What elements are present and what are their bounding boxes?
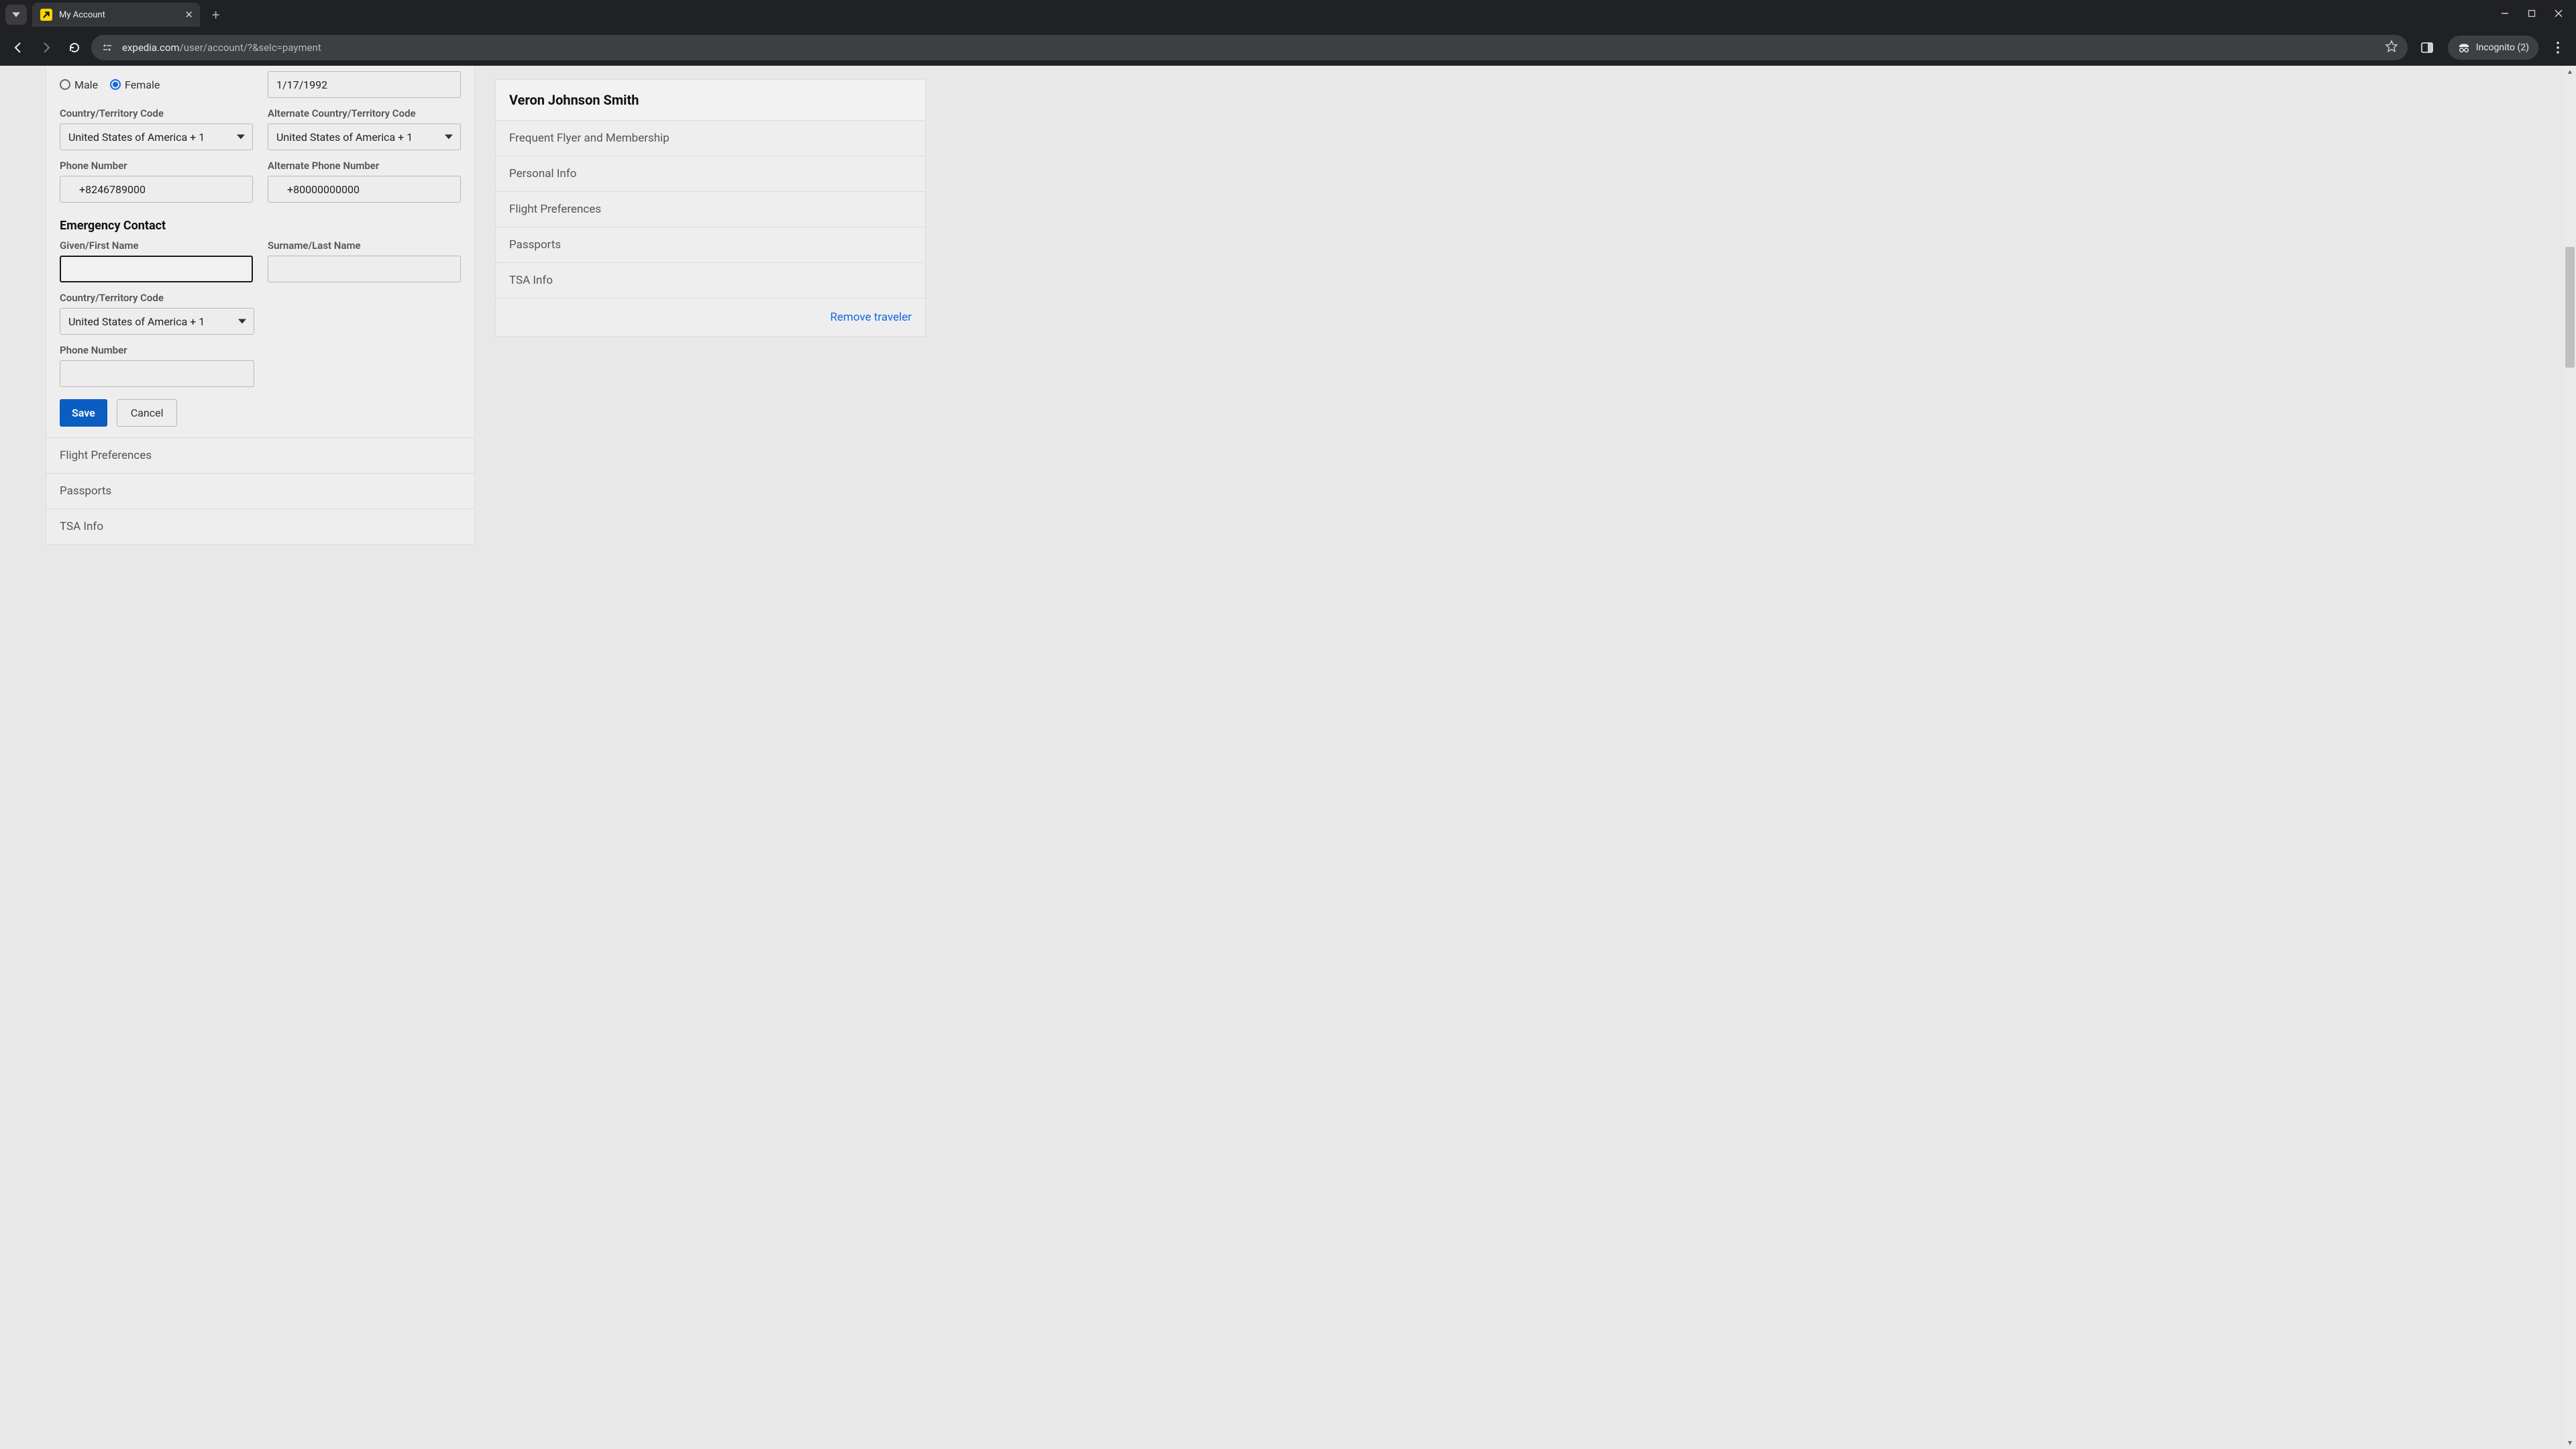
accordion-tsa-info[interactable]: TSA Info <box>46 508 474 544</box>
page-viewport: Male Female 1/17/1992 <box>0 66 2576 1449</box>
alt-phone-input[interactable]: +80000000000 <box>268 176 461 203</box>
tab-strip: My Account ✕ + <box>0 0 2576 30</box>
close-window-button[interactable] <box>2555 9 2563 20</box>
chevron-down-icon <box>237 315 247 328</box>
emergency-phone-input[interactable] <box>60 360 254 387</box>
personal-info-form-panel: Male Female 1/17/1992 <box>46 66 475 545</box>
incognito-label: Incognito (2) <box>2476 42 2529 53</box>
emergency-first-name-input[interactable] <box>60 256 253 282</box>
browser-toolbar: expedia.com/user/account/?&selc=payment … <box>0 30 2576 66</box>
traveler-name-heading: Veron Johnson Smith <box>496 80 925 121</box>
dob-input[interactable]: 1/17/1992 <box>268 71 461 98</box>
emergency-first-name-label: Given/First Name <box>60 239 253 252</box>
accordion-flight-preferences[interactable]: Flight Preferences <box>46 437 474 473</box>
scroll-up-arrow[interactable]: ▲ <box>2564 66 2576 78</box>
country-code-label: Country/Territory Code <box>60 107 253 119</box>
emergency-contact-heading: Emergency Contact <box>60 219 461 233</box>
side-row-flight-preferences[interactable]: Flight Preferences <box>496 192 925 227</box>
select-value: United States of America + 1 <box>68 315 205 328</box>
gender-male-radio[interactable]: Male <box>60 78 98 91</box>
chevron-down-icon <box>236 131 246 144</box>
emergency-country-code-label: Country/Territory Code <box>60 292 254 304</box>
browser-menu-button[interactable] <box>2546 36 2569 59</box>
emergency-country-code-select[interactable]: United States of America + 1 <box>60 308 254 335</box>
radio-icon <box>60 79 70 90</box>
back-button[interactable] <box>7 36 30 59</box>
select-value: United States of America + 1 <box>276 131 413 144</box>
url-host: expedia.com <box>122 42 180 54</box>
phone-label: Phone Number <box>60 160 253 172</box>
browser-tab[interactable]: My Account ✕ <box>32 3 200 27</box>
alt-country-code-select[interactable]: United States of America + 1 <box>268 123 461 150</box>
forward-button[interactable] <box>35 36 58 59</box>
minimize-button[interactable] <box>2501 9 2509 20</box>
emergency-phone-label: Phone Number <box>60 344 254 356</box>
side-row-passports[interactable]: Passports <box>496 227 925 263</box>
site-settings-icon[interactable] <box>101 41 114 54</box>
select-value: United States of America + 1 <box>68 131 205 144</box>
radio-icon <box>110 79 121 90</box>
alt-country-code-label: Alternate Country/Territory Code <box>268 107 461 119</box>
side-row-frequent-flyer[interactable]: Frequent Flyer and Membership <box>496 121 925 156</box>
reload-button[interactable] <box>63 36 86 59</box>
side-panel-button[interactable] <box>2416 36 2438 59</box>
traveler-side-panel: Veron Johnson Smith Frequent Flyer and M… <box>495 79 926 337</box>
new-tab-button[interactable]: + <box>212 7 219 23</box>
window-controls <box>2501 9 2576 20</box>
tab-close-button[interactable]: ✕ <box>184 9 193 21</box>
favicon-icon <box>40 9 52 21</box>
phone-input[interactable]: +8246789000 <box>60 176 253 203</box>
address-bar[interactable]: expedia.com/user/account/?&selc=payment <box>91 35 2408 60</box>
side-row-tsa-info[interactable]: TSA Info <box>496 263 925 299</box>
gender-female-radio[interactable]: Female <box>110 78 160 91</box>
emergency-last-name-input[interactable] <box>268 256 461 282</box>
chevron-down-icon <box>444 131 453 144</box>
scroll-down-arrow[interactable]: ▼ <box>2564 1437 2576 1449</box>
save-button[interactable]: Save <box>60 399 107 427</box>
tab-title: My Account <box>59 10 105 20</box>
side-row-personal-info[interactable]: Personal Info <box>496 156 925 192</box>
browser-chrome: My Account ✕ + expedia.com/user/account/… <box>0 0 2576 66</box>
scroll-thumb[interactable] <box>2565 247 2575 368</box>
incognito-indicator[interactable]: Incognito (2) <box>2448 36 2538 60</box>
alt-phone-label: Alternate Phone Number <box>268 160 461 172</box>
country-code-select[interactable]: United States of America + 1 <box>60 123 253 150</box>
radio-label: Male <box>74 78 98 91</box>
gender-radio-group: Male Female <box>60 71 253 98</box>
url-text: expedia.com/user/account/?&selc=payment <box>122 42 321 54</box>
bookmark-star-icon[interactable] <box>2385 40 2398 56</box>
url-path: /user/account/?&selc=payment <box>180 42 321 54</box>
vertical-scrollbar[interactable]: ▲ ▼ <box>2564 66 2576 1449</box>
tab-search-button[interactable] <box>5 5 27 25</box>
radio-label: Female <box>125 78 160 91</box>
cancel-button[interactable]: Cancel <box>117 399 178 427</box>
emergency-last-name-label: Surname/Last Name <box>268 239 461 252</box>
remove-traveler-link[interactable]: Remove traveler <box>830 311 912 324</box>
maximize-button[interactable] <box>2528 9 2536 20</box>
accordion-passports[interactable]: Passports <box>46 473 474 508</box>
